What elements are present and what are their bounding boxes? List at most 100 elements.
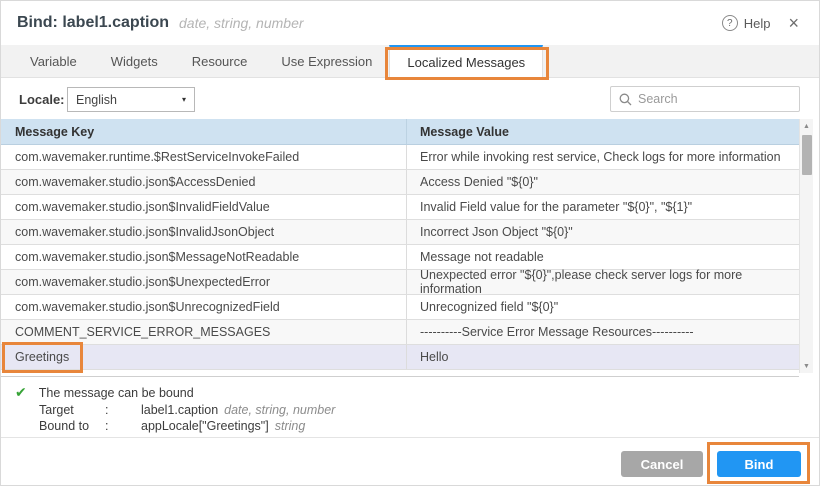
message-value-text: Unrecognized field "${0}" [420,300,558,314]
locale-select[interactable]: English ▾ [67,87,195,112]
message-key-cell: COMMENT_SERVICE_ERROR_MESSAGES [1,320,406,344]
message-value-cell: Invalid Field value for the parameter "$… [406,195,799,219]
column-header-message-key[interactable]: Message Key [1,119,406,144]
check-icon: ✔ [15,384,27,401]
message-key-cell: com.wavemaker.studio.json$MessageNotRead… [1,245,406,269]
message-key-text: com.wavemaker.studio.json$UnrecognizedFi… [15,300,280,314]
table-scrollbar[interactable]: ▲ ▼ [799,119,813,373]
target-row: Target : label1.caption date, string, num… [39,402,819,418]
table-header: Message Key Message Value [1,119,799,145]
table-row[interactable]: COMMENT_SERVICE_ERROR_MESSAGES ---------… [1,320,799,345]
cancel-button[interactable]: Cancel [621,451,703,477]
messages-table: Message Key Message Value com.wavemaker.… [1,119,799,377]
bound-to-row: Bound to : appLocale["Greetings"] string [39,418,819,434]
table-row[interactable]: com.wavemaker.studio.json$AccessDenied A… [1,170,799,195]
message-value-cell: Error while invoking rest service, Check… [406,145,799,169]
message-key-text: COMMENT_SERVICE_ERROR_MESSAGES [15,325,270,339]
table-row[interactable]: com.wavemaker.studio.json$InvalidJsonObj… [1,220,799,245]
message-value-cell: Incorrect Json Object "${0}" [406,220,799,244]
message-key-text: com.wavemaker.studio.json$MessageNotRead… [15,250,299,264]
tab-label: Widgets [111,54,158,69]
status-message: The message can be bound [39,386,194,400]
message-value-text: ----------Service Error Message Resource… [420,325,694,339]
table-row[interactable]: com.wavemaker.studio.json$MessageNotRead… [1,245,799,270]
table-body: com.wavemaker.runtime.$RestServiceInvoke… [1,145,799,370]
message-value-cell: Unexpected error "${0}",please check ser… [406,270,799,294]
dialog-footer: Cancel Bind [1,438,819,485]
target-value: label1.caption [141,403,218,417]
tab-label: Use Expression [281,54,372,69]
message-key-text: Greetings [15,350,69,364]
message-value-text: Message not readable [420,250,544,264]
table-row[interactable]: com.wavemaker.runtime.$RestServiceInvoke… [1,145,799,170]
close-icon[interactable]: × [784,12,803,34]
message-value-text: Incorrect Json Object "${0}" [420,225,573,239]
bound-to-hint: string [275,419,306,433]
message-value-cell: Message not readable [406,245,799,269]
locale-selected-value: English [76,93,117,107]
message-value-cell: ----------Service Error Message Resource… [406,320,799,344]
toolbar-row: Locale: English ▾ [1,78,819,119]
target-separator: : [105,403,141,417]
bind-button[interactable]: Bind [717,451,801,477]
tab-widgets[interactable]: Widgets [94,45,175,77]
search-box [610,86,800,112]
header-actions: ? Help × [722,12,803,34]
message-key-text: com.wavemaker.runtime.$RestServiceInvoke… [15,150,299,164]
help-icon: ? [722,15,738,31]
binding-status-area: ✔ The message can be bound Target : labe… [1,379,819,438]
message-key-cell: com.wavemaker.studio.json$UnexpectedErro… [1,270,406,294]
message-value-cell: Hello [406,345,799,369]
tab-label: Variable [30,54,77,69]
message-value-cell: Unrecognized field "${0}" [406,295,799,319]
message-key-cell: com.wavemaker.studio.json$UnrecognizedFi… [1,295,406,319]
message-key-cell: com.wavemaker.runtime.$RestServiceInvoke… [1,145,406,169]
message-key-text: com.wavemaker.studio.json$InvalidJsonObj… [15,225,274,239]
column-header-message-value[interactable]: Message Value [406,119,799,144]
tab-bar: Variable Widgets Resource Use Expression… [1,45,819,78]
dialog-title-hint: date, string, number [179,15,304,31]
message-key-cell: com.wavemaker.studio.json$InvalidFieldVa… [1,195,406,219]
search-input[interactable] [638,92,791,106]
message-value-text: Invalid Field value for the parameter "$… [420,200,692,214]
caret-down-icon: ▾ [182,95,186,104]
help-button[interactable]: ? Help [722,15,771,31]
message-key-text: com.wavemaker.studio.json$InvalidFieldVa… [15,200,270,214]
target-hint: date, string, number [224,403,335,417]
message-key-cell: com.wavemaker.studio.json$AccessDenied [1,170,406,194]
tab-label: Resource [192,54,248,69]
message-value-cell: Access Denied "${0}" [406,170,799,194]
message-value-text: Hello [420,350,449,364]
tab-resource[interactable]: Resource [175,45,265,77]
table-row[interactable]: com.wavemaker.studio.json$InvalidFieldVa… [1,195,799,220]
message-key-text: com.wavemaker.studio.json$AccessDenied [15,175,255,189]
message-key-cell: Greetings [1,345,406,369]
bound-to-label: Bound to [39,419,105,433]
status-message-line: ✔ The message can be bound [15,384,819,401]
bound-to-value: appLocale["Greetings"] [141,419,269,433]
bound-to-separator: : [105,419,141,433]
message-value-text: Access Denied "${0}" [420,175,538,189]
tab-label: Localized Messages [407,55,525,70]
binding-details: Target : label1.caption date, string, num… [39,402,819,434]
table-row[interactable]: Greetings Hello [1,345,799,370]
message-key-text: com.wavemaker.studio.json$UnexpectedErro… [15,275,270,289]
scrollbar-thumb[interactable] [802,135,812,175]
target-label: Target [39,403,105,417]
table-row[interactable]: com.wavemaker.studio.json$UnexpectedErro… [1,270,799,295]
scroll-up-icon[interactable]: ▲ [803,119,810,133]
tab-use-expression[interactable]: Use Expression [264,45,389,77]
dialog-title: Bind: label1.caption [17,14,169,32]
message-value-text: Unexpected error "${0}",please check ser… [420,268,786,296]
search-icon [619,93,632,106]
bind-dialog: { "dialog": { "title": "Bind: label1.cap… [0,0,820,486]
scroll-down-icon[interactable]: ▼ [803,359,810,373]
message-value-text: Error while invoking rest service, Check… [420,150,781,164]
help-label: Help [744,16,771,31]
tab-variable[interactable]: Variable [13,45,94,77]
tab-localized-messages[interactable]: Localized Messages [389,45,543,77]
table-row[interactable]: com.wavemaker.studio.json$UnrecognizedFi… [1,295,799,320]
dialog-header: Bind: label1.caption date, string, numbe… [1,1,819,45]
message-key-cell: com.wavemaker.studio.json$InvalidJsonObj… [1,220,406,244]
locale-label: Locale: [19,92,65,107]
